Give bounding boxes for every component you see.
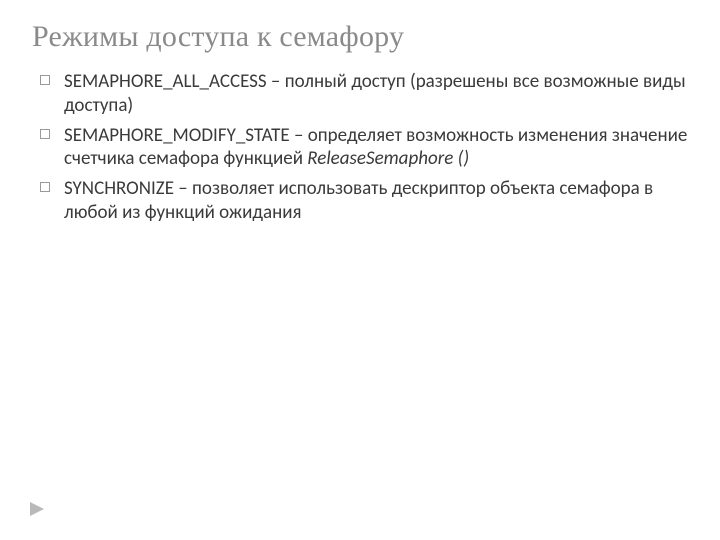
list-item: SEMAPHORE_MODIFY_STATE – определяет возм…: [40, 124, 688, 172]
bullet-icon: [40, 75, 50, 85]
constant-name: SEMAPHORE_ALL_ACCESS: [64, 70, 267, 93]
bullet-list: SEMAPHORE_ALL_ACCESS – полный доступ (ра…: [32, 70, 688, 225]
bullet-icon: [40, 182, 50, 192]
function-name: ReleaseSemaphore (): [307, 147, 469, 170]
slide-title: Режимы доступа к семафору: [32, 20, 688, 54]
list-item: SEMAPHORE_ALL_ACCESS – полный доступ (ра…: [40, 70, 688, 118]
next-arrow-icon[interactable]: [30, 502, 44, 516]
constant-name: SEMAPHORE_MODIFY_STATE: [64, 124, 290, 147]
bullet-icon: [40, 129, 50, 139]
constant-name: SYNCHRONIZE: [64, 177, 174, 200]
list-item: SYNCHRONIZE – позволяет использовать дес…: [40, 177, 688, 225]
slide: Режимы доступа к семафору SEMAPHORE_ALL_…: [0, 0, 720, 225]
